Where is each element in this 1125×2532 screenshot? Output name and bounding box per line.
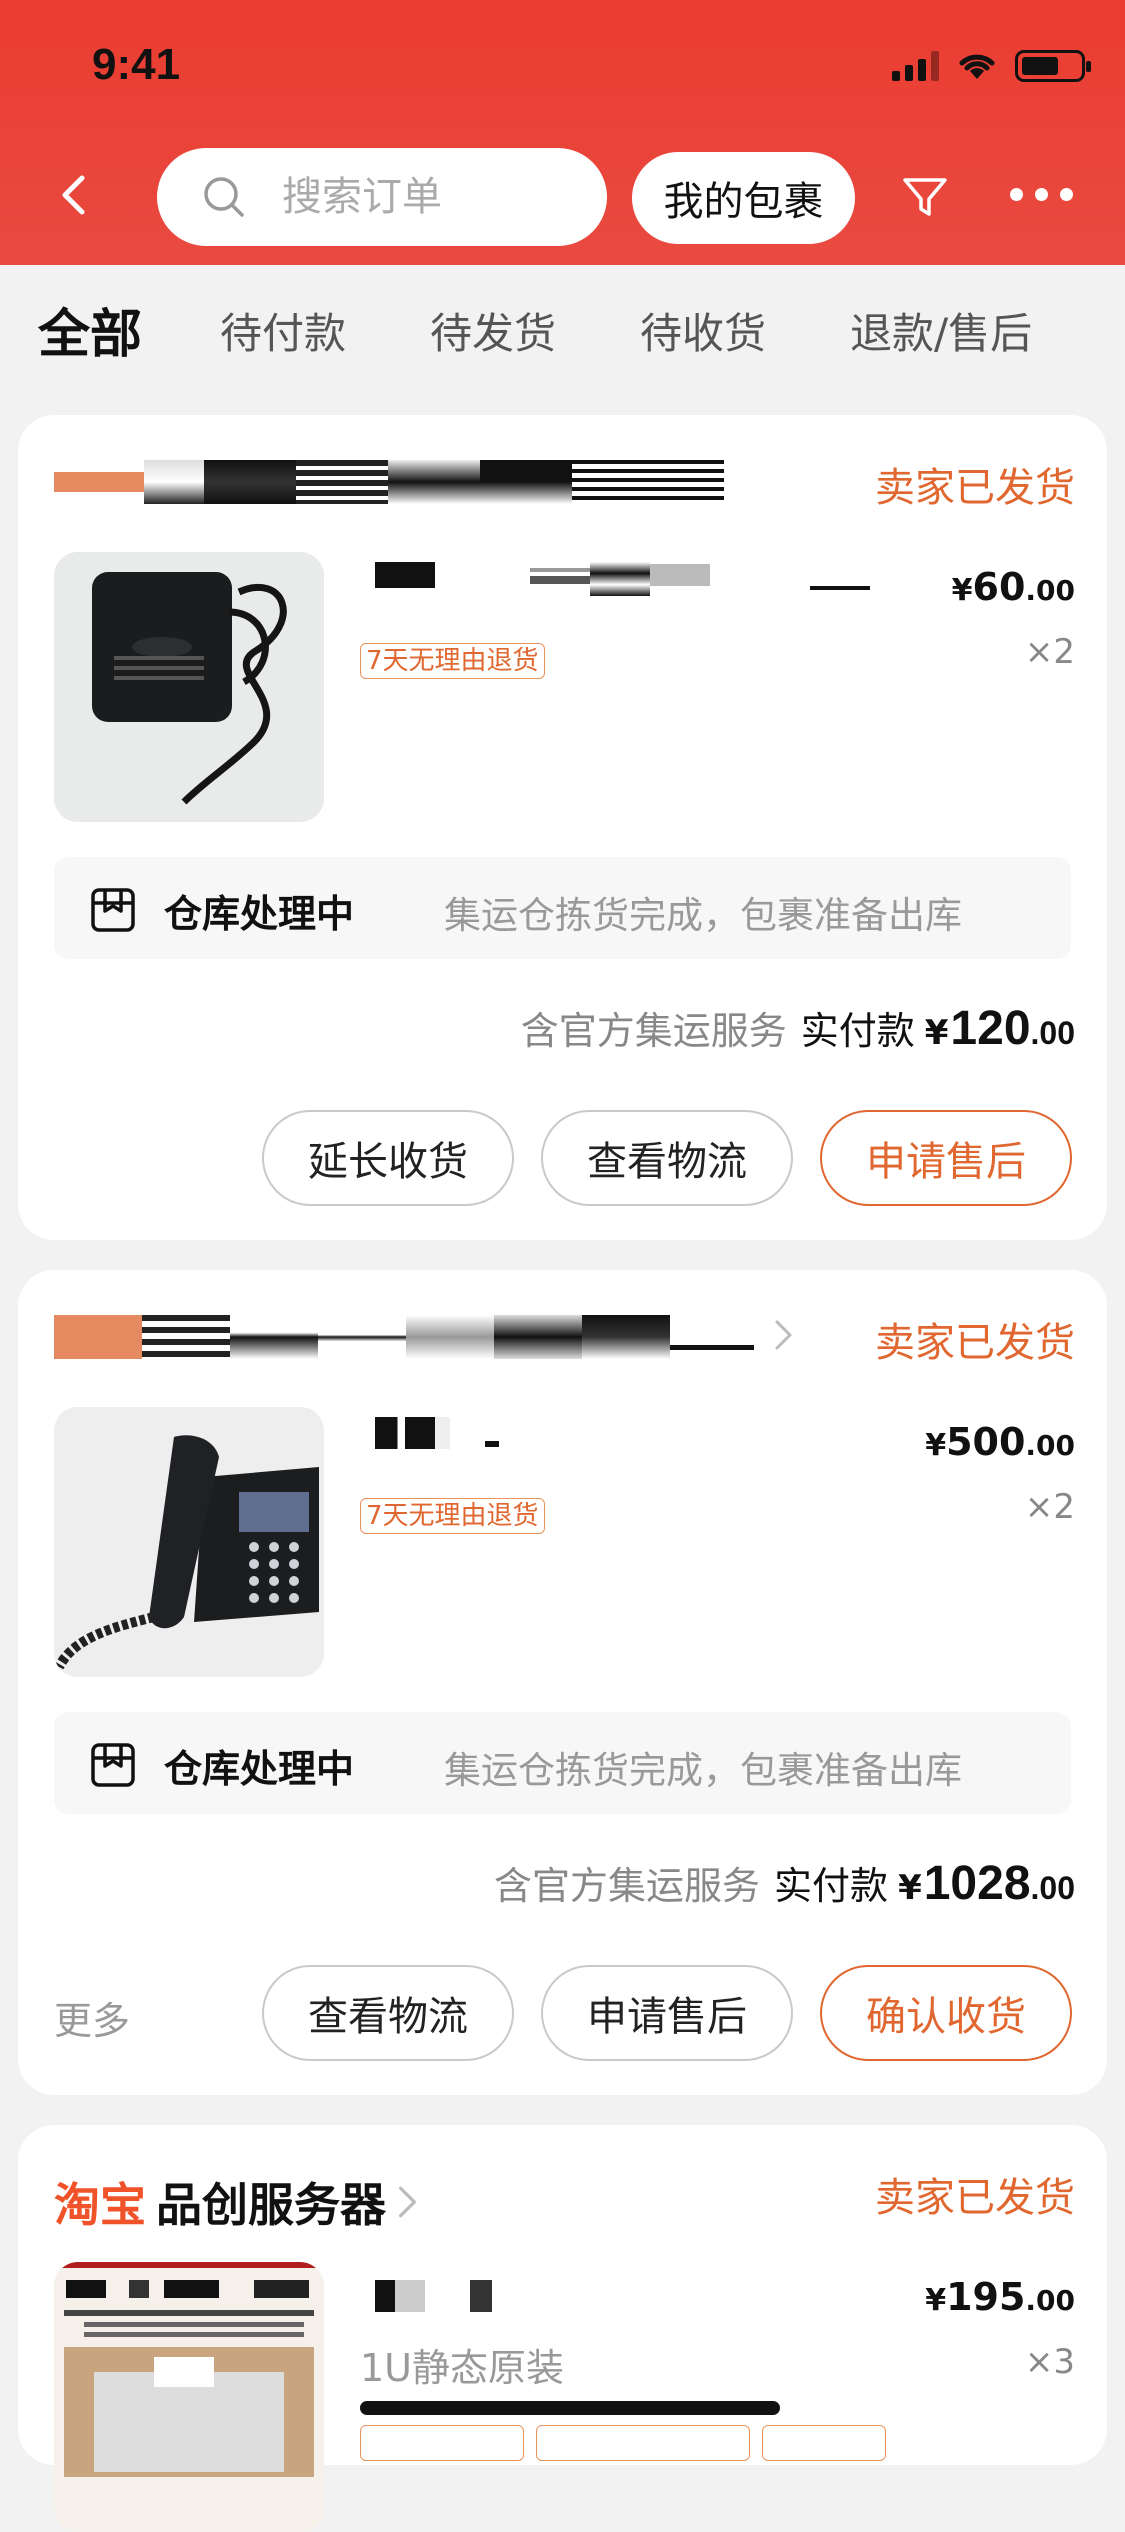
unit-price: ¥195.00 — [925, 2275, 1075, 2319]
order-total: 含官方集运服务 实付款 ¥ 1028 .00 — [494, 1857, 1075, 1910]
order-tabs: 全部 待付款 待发货 待收货 退款/售后 — [0, 300, 1125, 380]
return-policy-tag: 7天无理由退货 — [360, 1498, 545, 1534]
unit-price: ¥60.00 — [951, 565, 1075, 609]
search-bar[interactable] — [157, 148, 607, 246]
my-packages-button[interactable]: 我的包裹 — [632, 152, 855, 244]
tab-all[interactable]: 全部 — [38, 292, 142, 367]
tag — [360, 2425, 524, 2461]
order-total: 含官方集运服务 实付款 ¥ 120 .00 — [520, 1002, 1075, 1055]
paid-label: 实付款 — [800, 1009, 915, 1053]
return-policy-tag: 7天无理由退货 — [360, 643, 545, 679]
tag — [536, 2425, 750, 2461]
status-icons — [892, 50, 1091, 82]
shop-name-redacted[interactable] — [54, 460, 724, 504]
tag-row — [360, 2425, 886, 2461]
product-image[interactable] — [54, 2262, 324, 2532]
desk-phone-image — [54, 1407, 324, 1677]
order-card: 卖家已发货 ¥60.00 ×2 7天无理由退货 仓库处理中 集运仓拣货完成，包裹… — [18, 415, 1107, 1240]
warehouse-status-title: 仓库处理中 — [164, 1747, 355, 1791]
paid-amount: 1028 — [923, 1857, 1031, 1910]
paid-label: 实付款 — [774, 1864, 889, 1908]
shop-link[interactable]: 淘宝 品创服务器 — [54, 2169, 420, 2235]
filter-icon[interactable] — [900, 172, 950, 222]
extend-receipt-button[interactable]: 延长收货 — [262, 1110, 514, 1206]
power-adapter-image — [54, 552, 324, 822]
quantity: ×3 — [1024, 2342, 1075, 2382]
tab-pending-payment[interactable]: 待付款 — [220, 300, 346, 361]
shipping-service-note: 含官方集运服务 — [494, 1864, 761, 1908]
more-options-icon[interactable] — [1010, 188, 1073, 201]
more-link[interactable]: 更多 — [54, 1990, 130, 2045]
warehouse-status-desc: 集运仓拣货完成，包裹准备出库 — [444, 894, 962, 937]
battery-icon — [1015, 50, 1091, 82]
chevron-right-icon[interactable] — [773, 1318, 795, 1352]
apply-aftersale-button[interactable]: 申请售后 — [541, 1965, 793, 2061]
product-subtitle: 1U静态原装 — [360, 2346, 564, 2390]
search-input[interactable] — [280, 173, 584, 221]
tab-pending-receipt[interactable]: 待收货 — [640, 300, 766, 361]
product-title-redacted[interactable] — [360, 1417, 560, 1449]
server-product-image — [54, 2262, 324, 2532]
tag — [762, 2425, 886, 2461]
shipping-service-note: 含官方集运服务 — [520, 1009, 787, 1053]
warehouse-status[interactable]: 仓库处理中 集运仓拣货完成，包裹准备出库 — [54, 857, 1071, 959]
back-arrow-icon[interactable] — [52, 170, 102, 220]
chevron-right-icon — [399, 2186, 416, 2218]
order-status: 卖家已发货 — [875, 1320, 1075, 1366]
paid-amount: 120 — [950, 1002, 1031, 1055]
view-logistics-button[interactable]: 查看物流 — [262, 1965, 514, 2061]
unit-price: ¥500.00 — [925, 1420, 1075, 1464]
wifi-icon — [959, 54, 995, 79]
quantity: ×2 — [1024, 1487, 1075, 1527]
box-icon — [91, 1743, 135, 1787]
shop-name: 品创服务器 — [156, 2178, 386, 2232]
tab-pending-shipment[interactable]: 待发货 — [430, 300, 556, 361]
shop-name-redacted[interactable] — [54, 1315, 754, 1359]
view-logistics-button[interactable]: 查看物流 — [541, 1110, 793, 1206]
order-card: 卖家已发货 ¥500.00 ×2 7天无理由退货 仓库处理中 集运仓拣货完成，包… — [18, 1270, 1107, 2095]
box-icon — [91, 888, 135, 932]
status-time: 9:41 — [92, 40, 181, 89]
warehouse-status-desc: 集运仓拣货完成，包裹准备出库 — [444, 1749, 962, 1792]
product-title-redacted[interactable] — [360, 562, 880, 596]
confirm-receipt-button[interactable]: 确认收货 — [820, 1965, 1072, 2061]
top-header: 9:41 我的包裹 — [0, 0, 1125, 265]
apply-aftersale-button[interactable]: 申请售后 — [820, 1110, 1072, 1206]
product-image[interactable] — [54, 1407, 324, 1677]
redacted-bar — [360, 2401, 780, 2415]
order-status: 卖家已发货 — [875, 2175, 1075, 2221]
order-status: 卖家已发货 — [875, 465, 1075, 511]
warehouse-status-title: 仓库处理中 — [164, 892, 355, 936]
product-title-redacted[interactable] — [360, 2280, 560, 2312]
search-icon — [204, 177, 244, 217]
quantity: ×2 — [1024, 632, 1075, 672]
product-image[interactable] — [54, 552, 324, 822]
taobao-brand: 淘宝 — [54, 2178, 146, 2232]
cellular-signal-icon — [892, 51, 939, 81]
tab-refund-aftersale[interactable]: 退款/售后 — [850, 300, 1032, 361]
warehouse-status[interactable]: 仓库处理中 集运仓拣货完成，包裹准备出库 — [54, 1712, 1071, 1814]
order-card: 淘宝 品创服务器 卖家已发货 ¥195.00 1U静态原装 ×3 — [18, 2125, 1107, 2532]
